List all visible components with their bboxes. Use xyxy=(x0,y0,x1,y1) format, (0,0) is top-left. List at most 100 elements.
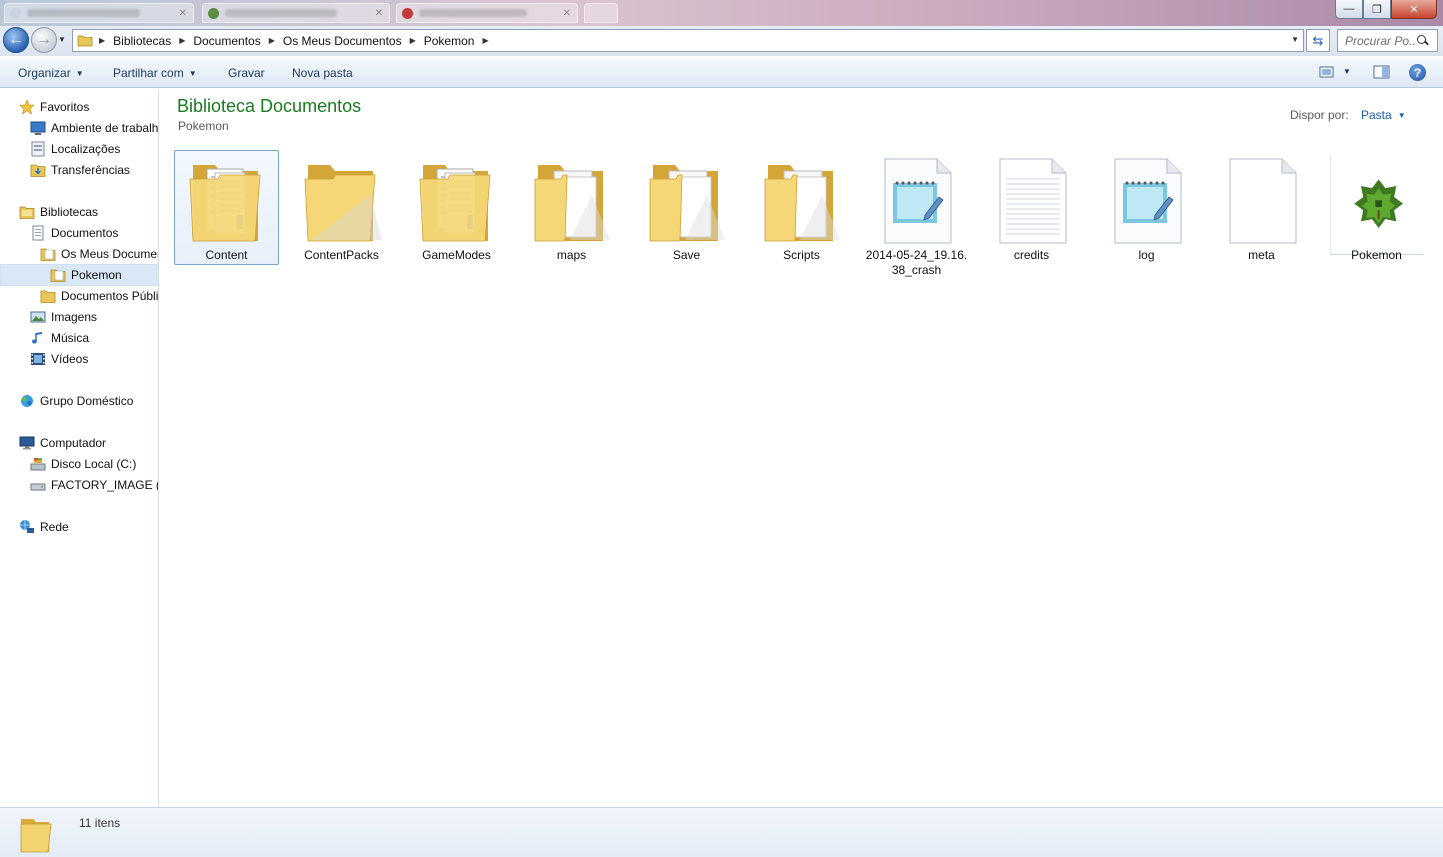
notepad-file-icon xyxy=(1105,155,1190,245)
navigation-pane: Favoritos Ambiente de trabalho Localizaç… xyxy=(0,89,159,807)
notepad-file-icon xyxy=(875,155,960,245)
library-subtitle: Pokemon xyxy=(178,119,229,133)
command-bar: Organizar ▼ Partilhar com ▼ Gravar Nova pa… xyxy=(0,56,1443,88)
folder-with-pages-icon xyxy=(760,155,845,245)
file-item[interactable]: credits xyxy=(979,150,1084,265)
library-title: Biblioteca Documentos xyxy=(177,96,362,116)
file-item[interactable]: maps xyxy=(519,150,624,265)
nav-documents[interactable]: Documentos xyxy=(30,223,118,243)
minimize-button[interactable]: — xyxy=(1335,0,1363,19)
nav-my-documents[interactable]: Os Meus Documentos xyxy=(40,244,158,264)
file-label: Save xyxy=(672,248,701,262)
browser-tab[interactable]: ✕ xyxy=(396,3,578,23)
address-dropdown-icon[interactable]: ▼ xyxy=(1291,35,1299,44)
file-item[interactable]: log xyxy=(1094,150,1199,265)
search-box[interactable] xyxy=(1337,29,1438,52)
back-button[interactable]: ← xyxy=(3,27,29,53)
desktop-icon xyxy=(30,121,46,135)
folder-icon xyxy=(40,248,56,261)
folder-icon xyxy=(20,819,52,853)
nav-music[interactable]: Música xyxy=(30,328,89,348)
folder-with-documents-icon xyxy=(415,155,500,245)
file-item[interactable]: Scripts xyxy=(749,150,854,265)
star-icon xyxy=(19,99,35,115)
window-controls: — ❐ ✕ xyxy=(1335,0,1437,19)
change-view-icon[interactable] xyxy=(1319,65,1335,79)
preview-pane-icon[interactable] xyxy=(1373,65,1390,79)
folder-icon xyxy=(300,155,385,245)
nav-computer[interactable]: Computador xyxy=(19,433,106,453)
search-icon[interactable] xyxy=(1416,34,1430,48)
nav-homegroup[interactable]: Grupo Doméstico xyxy=(19,391,133,411)
arrow-left-icon: ← xyxy=(8,31,24,48)
file-label: ContentPacks xyxy=(304,248,379,262)
nav-network[interactable]: Rede xyxy=(19,517,69,537)
file-item[interactable]: Pokemon xyxy=(1324,150,1437,265)
nav-favorites[interactable]: Favoritos xyxy=(19,97,89,117)
breadcrumb-root-separator[interactable]: ▶ xyxy=(93,30,109,51)
help-icon[interactable]: ? xyxy=(1409,64,1426,81)
arrange-by-dropdown[interactable]: Pasta ▼ xyxy=(1361,108,1406,122)
file-label: Content xyxy=(205,248,248,262)
nav-places[interactable]: Localizações xyxy=(30,139,120,159)
film-strip-icon xyxy=(31,353,45,365)
chevron-down-icon: ▼ xyxy=(188,68,197,78)
burn-button[interactable]: Gravar xyxy=(228,66,265,80)
maximize-button[interactable]: ❐ xyxy=(1363,0,1391,19)
file-label: 2014-05-24_19.16. 38_crash xyxy=(865,248,968,277)
blank-file-icon xyxy=(1220,155,1305,245)
nav-pokemon[interactable]: Pokemon xyxy=(0,264,158,286)
browser-tab[interactable]: ✕ xyxy=(4,3,194,23)
file-label: Scripts xyxy=(783,248,820,262)
drive-icon xyxy=(30,483,46,491)
computer-icon xyxy=(19,436,35,450)
arrange-by-label: Dispor por: xyxy=(1290,108,1349,122)
arrow-right-icon: → xyxy=(36,31,52,48)
hard-drive-icon xyxy=(30,458,46,471)
nav-pictures[interactable]: Imagens xyxy=(30,307,97,327)
close-button[interactable]: ✕ xyxy=(1391,0,1437,19)
network-icon xyxy=(20,520,34,533)
folder-icon xyxy=(50,269,66,282)
file-item[interactable]: Content xyxy=(174,150,279,265)
item-count: 11 itens xyxy=(79,816,121,830)
file-item[interactable]: 2014-05-24_19.16. 38_crash xyxy=(864,150,969,277)
refresh-button[interactable]: ⇆ xyxy=(1306,29,1330,52)
new-tab-button[interactable] xyxy=(584,3,618,23)
folder-icon xyxy=(40,290,56,303)
breadcrumb-item[interactable]: Pokemon ▶ xyxy=(420,30,493,51)
file-item[interactable]: meta xyxy=(1209,150,1314,265)
homegroup-icon xyxy=(21,395,33,407)
forward-button[interactable]: → xyxy=(31,27,57,53)
new-folder-button[interactable]: Nova pasta xyxy=(292,66,353,80)
file-label: credits xyxy=(1013,248,1050,262)
recent-places-icon xyxy=(31,141,45,157)
file-item[interactable]: ContentPacks xyxy=(289,150,394,265)
nav-downloads[interactable]: Transferências xyxy=(30,160,130,180)
view-options-dropdown[interactable]: ▼ xyxy=(1343,67,1351,76)
file-label: meta xyxy=(1248,248,1275,262)
nav-local-disk[interactable]: Disco Local (C:) xyxy=(30,454,136,474)
search-input[interactable] xyxy=(1338,33,1416,48)
breadcrumb-item[interactable]: Documentos ▶ xyxy=(189,30,279,51)
nav-public-documents[interactable]: Documentos Públicos xyxy=(40,286,158,306)
libraries-icon xyxy=(19,206,35,219)
address-bar[interactable]: ▶ Bibliotecas ▶ Documentos ▶ Os Meus Docum… xyxy=(72,29,1304,52)
browser-tab[interactable]: ✕ xyxy=(202,3,390,23)
nav-libraries[interactable]: Bibliotecas xyxy=(19,202,98,222)
nav-desktop[interactable]: Ambiente de trabalho xyxy=(30,118,158,138)
recent-pages-dropdown[interactable]: ▼ xyxy=(58,35,66,44)
file-item[interactable]: GameModes xyxy=(404,150,509,265)
breadcrumb-item[interactable]: Os Meus Documentos ▶ xyxy=(279,30,420,51)
nav-factory-image[interactable]: FACTORY_IMAGE (D:) xyxy=(30,475,158,495)
downloads-folder-icon xyxy=(30,164,46,177)
status-bar: 11 itens xyxy=(0,807,1443,857)
music-note-icon xyxy=(32,332,42,344)
share-menu[interactable]: Partilhar com ▼ xyxy=(113,66,197,80)
file-label: log xyxy=(1138,248,1155,262)
file-item[interactable]: Save xyxy=(634,150,739,265)
organize-menu[interactable]: Organizar ▼ xyxy=(18,66,84,80)
file-label: GameModes xyxy=(422,248,491,262)
breadcrumb-item[interactable]: Bibliotecas ▶ xyxy=(109,30,189,51)
nav-videos[interactable]: Vídeos xyxy=(30,349,88,369)
